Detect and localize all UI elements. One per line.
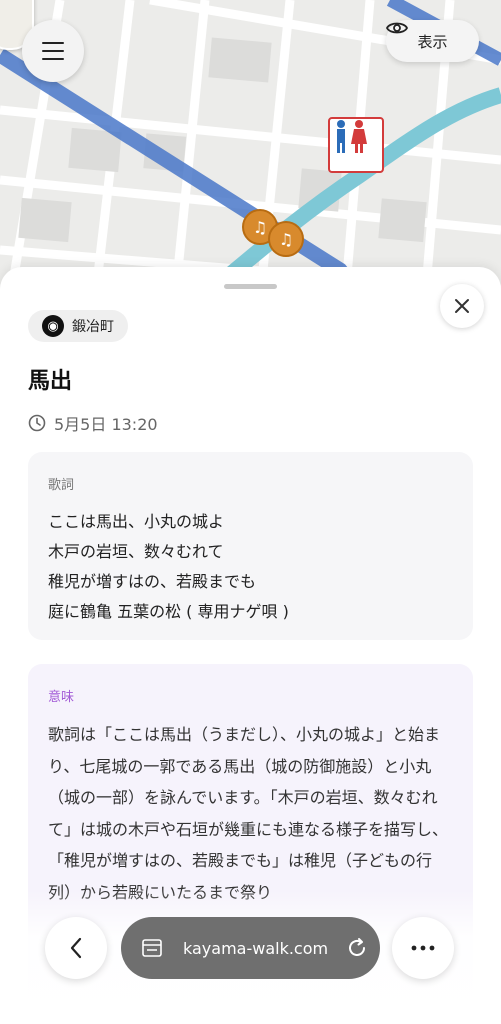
menu-button[interactable]: [22, 20, 84, 82]
address-bar[interactable]: kayama-walk.com: [121, 917, 380, 979]
town-crest-icon: ◉: [42, 315, 64, 337]
drag-handle[interactable]: [224, 284, 277, 289]
lyrics-line: ここは馬出、小丸の城よ: [48, 512, 225, 531]
lyrics-line: 木戸の岩垣、数々むれて: [48, 542, 224, 561]
reload-icon[interactable]: [346, 937, 368, 959]
lyrics-line: 庭に鶴亀 五葉の松 ( 専用ナゲ唄 ): [48, 602, 289, 621]
menu-icon: [42, 42, 64, 59]
lyrics-card: 歌詞 ここは馬出、小丸の城よ 木戸の岩垣、数々むれて 稚児が増すはの、若殿までも…: [28, 452, 473, 640]
meaning-text: 歌詞は「ここは馬出（うまだし）、小丸の城よ」と始まり、七尾城の一郭である馬出（城…: [48, 725, 449, 902]
show-button[interactable]: 表示: [386, 20, 479, 62]
music-note-icon: ♫: [252, 217, 268, 237]
map-view[interactable]: 表示 ♫ ♫: [0, 0, 501, 300]
music-pin[interactable]: ♫: [268, 221, 304, 257]
clock-icon: [28, 414, 46, 432]
url-text: kayama-walk.com: [183, 938, 329, 958]
music-note-icon: ♫: [278, 229, 294, 249]
chevron-left-icon: [70, 937, 82, 959]
datetime-text: 5月5日 13:20: [54, 415, 158, 434]
area-chip[interactable]: ◉ 鍛冶町: [28, 310, 128, 342]
meaning-label: 意味: [48, 690, 75, 705]
more-button[interactable]: [392, 917, 454, 979]
close-button[interactable]: [440, 284, 484, 328]
eye-icon: [386, 22, 408, 34]
lyrics-line: 稚児が増すはの、若殿までも: [48, 572, 257, 591]
datetime-row: 5月5日 13:20: [28, 411, 158, 435]
lyrics-label: 歌詞: [48, 478, 75, 493]
area-chip-label: 鍛冶町: [72, 319, 114, 335]
restroom-icon: [337, 120, 367, 153]
close-icon: [455, 299, 469, 313]
show-button-label: 表示: [417, 32, 448, 51]
spot-title: 馬出: [28, 369, 73, 394]
tabs-icon: [142, 939, 162, 957]
more-dots-icon: [411, 945, 435, 951]
back-button[interactable]: [45, 917, 107, 979]
restroom-pin[interactable]: [328, 117, 384, 173]
